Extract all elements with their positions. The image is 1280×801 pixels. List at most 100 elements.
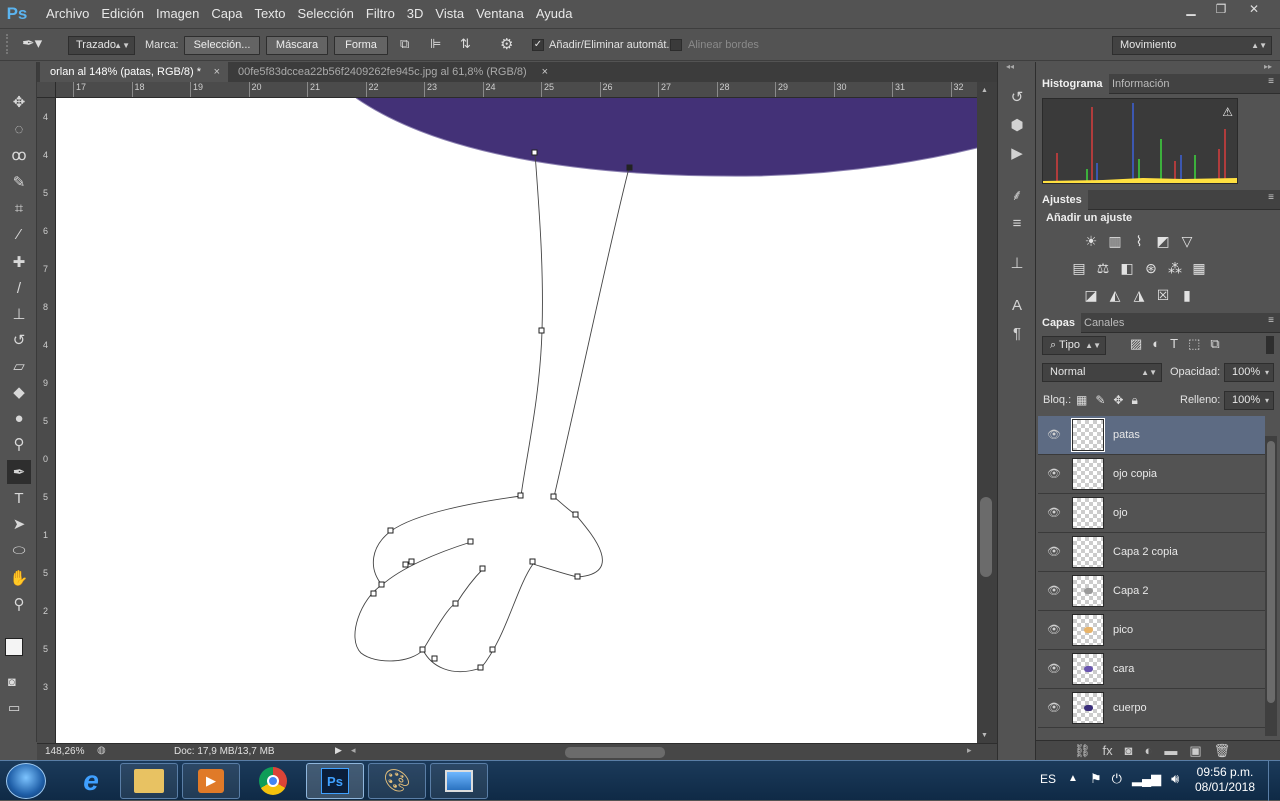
curves-icon[interactable]: ⌇ — [1130, 232, 1148, 250]
blur-tool-icon[interactable]: ● — [7, 406, 31, 430]
gradient-map-icon[interactable]: ▮ — [1178, 286, 1196, 304]
eye-icon[interactable]: 👁︎ — [1047, 428, 1061, 442]
brush-settings-icon[interactable]: ≡ — [1006, 212, 1028, 234]
tab-adjustments[interactable]: Ajustes — [1036, 190, 1088, 210]
layer-row[interactable]: 👁︎ ojo copia — [1038, 455, 1265, 494]
photoshop-icon[interactable]: Ps — [306, 763, 364, 799]
threshold-icon[interactable]: ◮ — [1130, 286, 1148, 304]
menu-edicin[interactable]: Edición — [95, 0, 150, 28]
layer-row[interactable]: 👁︎ cara — [1038, 650, 1265, 689]
channel-mixer-icon[interactable]: ⁂ — [1166, 259, 1184, 277]
eye-icon[interactable]: 👁︎ — [1047, 467, 1061, 481]
blend-mode-select[interactable]: Normal ▲▼ — [1042, 363, 1162, 382]
start-button[interactable] — [6, 763, 46, 799]
brush-presets-icon[interactable]: ⸙ — [1006, 184, 1028, 206]
auto-add-delete-checkbox[interactable]: ✓ — [532, 39, 544, 51]
pixel-filter-icon[interactable]: ▨ — [1130, 336, 1142, 356]
layers-scrollbar[interactable] — [1265, 436, 1277, 736]
photo-viewer-icon[interactable] — [430, 763, 488, 799]
fx-icon[interactable]: fx — [1103, 743, 1113, 759]
eraser-tool-icon[interactable]: ▱ — [7, 354, 31, 378]
quick-select-tool-icon[interactable]: ✎ — [7, 170, 31, 194]
scroll-up-icon[interactable]: ▲ — [981, 87, 988, 94]
shape-tool-icon[interactable]: ⬭ — [7, 538, 31, 562]
character-icon[interactable]: A — [1006, 294, 1028, 316]
menu-3d[interactable]: 3D — [401, 0, 430, 28]
close-tab-icon[interactable]: × — [214, 62, 220, 82]
lock-pixels-icon[interactable]: ✎ — [1095, 393, 1105, 408]
menu-filtro[interactable]: Filtro — [360, 0, 401, 28]
flag-icon[interactable]: ⚑ — [1090, 771, 1102, 787]
layer-row[interactable]: 👁︎ pico — [1038, 611, 1265, 650]
actions-play-icon[interactable]: ▶ — [1006, 142, 1028, 164]
panel-menu-icon[interactable]: ≡ — [1268, 192, 1274, 203]
status-preview-icon[interactable]: ◍ — [97, 745, 106, 756]
adjustment-layer-icon[interactable]: ◐ — [1145, 743, 1153, 759]
paint-icon[interactable]: 🎨︎ — [368, 763, 426, 799]
clock[interactable]: 09:56 p.m. 08/01/2018 — [1190, 765, 1260, 795]
horizontal-scrollbar-thumb[interactable] — [565, 747, 665, 758]
history-icon[interactable]: ↺ — [1006, 86, 1028, 108]
exposure-icon[interactable]: ◩ — [1154, 232, 1172, 250]
explorer-icon[interactable] — [120, 763, 178, 799]
path-operations-icon[interactable]: ⧉ — [400, 36, 420, 56]
tab-information[interactable]: Información — [1106, 74, 1175, 94]
layer-row[interactable]: 👁︎ cuerpo — [1038, 689, 1265, 728]
tab-jpg[interactable]: 00fe5f83dccea22b56f2409262fe945c.jpg al … — [228, 62, 552, 82]
layer-row[interactable]: 👁︎ Capa 2 copia — [1038, 533, 1265, 572]
crop-tool-icon[interactable]: ⌗ — [7, 196, 31, 220]
link-icon[interactable]: ⛓ — [1074, 743, 1091, 759]
posterize-icon[interactable]: ◭ — [1106, 286, 1124, 304]
foreground-color-swatch[interactable] — [5, 638, 23, 656]
layer-filter-select[interactable]: ⌕ Tipo ▲▼ — [1042, 336, 1106, 355]
type-tool-icon[interactable]: T — [7, 486, 31, 510]
mask-icon[interactable]: ◙ — [1125, 743, 1133, 759]
menu-imagen[interactable]: Imagen — [150, 0, 205, 28]
layer-row[interactable]: 👁︎ Capa 2 — [1038, 572, 1265, 611]
group-icon[interactable]: ▬ — [1164, 743, 1177, 759]
hue-saturation-icon[interactable]: ▤ — [1070, 259, 1088, 277]
minimize-icon[interactable]: ▁ — [1176, 0, 1206, 18]
power-icon[interactable]: ⏻ — [1112, 771, 1122, 787]
clone-stamp-icon[interactable]: ⊥ — [7, 302, 31, 326]
zoom-tool-icon[interactable]: ⚲ — [7, 592, 31, 616]
lock-all-icon[interactable]: 🔒︎ — [1131, 393, 1137, 408]
quick-mask-icon[interactable]: ◙ — [8, 674, 30, 692]
tab-layers[interactable]: Capas — [1036, 313, 1082, 333]
scroll-left-icon[interactable]: ◂ — [351, 745, 356, 756]
layer-filter-icons[interactable]: ▨ ◐ T ⬚ ⧉ — [1130, 336, 1250, 356]
lasso-tool-icon[interactable]: ꝏ — [7, 143, 31, 167]
eye-icon[interactable]: 👁︎ — [1047, 662, 1061, 676]
menu-vista[interactable]: Vista — [429, 0, 470, 28]
shape-filter-icon[interactable]: ⬚ — [1188, 336, 1200, 356]
hand-tool-icon[interactable]: ✋ — [7, 566, 31, 590]
media-player-icon[interactable]: ▶ — [182, 763, 240, 799]
trash-icon[interactable]: 🗑︎ — [1214, 743, 1231, 759]
menu-seleccin[interactable]: Selección — [292, 0, 360, 28]
layer-row[interactable]: 👁︎ ojo — [1038, 494, 1265, 533]
photo-filter-icon[interactable]: ⊛ — [1142, 259, 1160, 277]
tool-mode-select[interactable]: Trazado ▲▼ — [68, 36, 135, 55]
opacity-input[interactable]: 100% ▾ — [1224, 363, 1274, 382]
restore-icon[interactable]: ❐ — [1206, 0, 1236, 18]
path-arrangement-icon[interactable]: ⇅ — [460, 36, 484, 56]
lock-position-icon[interactable]: ✥ — [1113, 393, 1123, 408]
selection-button[interactable]: Selección... — [184, 36, 260, 55]
eye-icon[interactable]: 👁︎ — [1047, 545, 1061, 559]
selective-color-icon[interactable]: ☒ — [1154, 286, 1172, 304]
dodge-tool-icon[interactable]: ⚲ — [7, 432, 31, 456]
pen-preset-icon[interactable]: ✒▾ — [22, 34, 48, 56]
history-brush-icon[interactable]: ↺ — [7, 328, 31, 352]
type-filter-icon[interactable]: T — [1170, 336, 1178, 356]
close-icon[interactable]: ✕ — [1236, 0, 1272, 18]
3d-icon[interactable]: ⬢ — [1006, 114, 1028, 136]
smart-object-filter-icon[interactable]: ⧉ — [1210, 336, 1219, 356]
new-layer-icon[interactable]: ▣ — [1189, 743, 1201, 759]
chrome-icon[interactable] — [244, 763, 302, 799]
language-indicator[interactable]: ES — [1040, 772, 1056, 786]
menu-texto[interactable]: Texto — [248, 0, 291, 28]
paint-bucket-icon[interactable]: ◆ — [7, 380, 31, 404]
menu-archivo[interactable]: Archivo — [40, 0, 95, 28]
color-lookup-icon[interactable]: ▦ — [1190, 259, 1208, 277]
levels-icon[interactable]: ▥ — [1106, 232, 1124, 250]
